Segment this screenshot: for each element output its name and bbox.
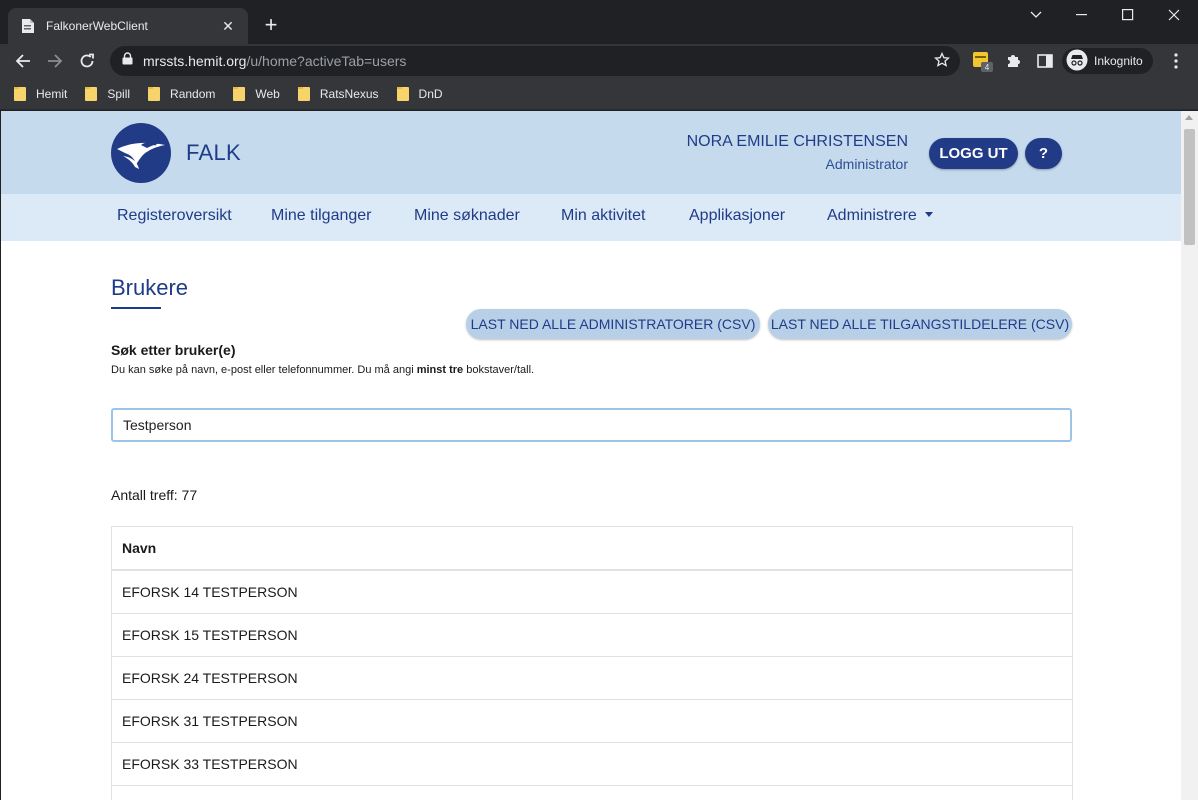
nav-min-aktivitet[interactable]: Min aktivitet xyxy=(561,207,645,225)
incognito-label: Inkognito xyxy=(1094,54,1143,68)
scroll-up-arrow-icon[interactable] xyxy=(1185,115,1193,120)
site-header: FALK NORA EMILIE CHRISTENSEN Administrat… xyxy=(1,111,1182,194)
folder-icon xyxy=(14,86,26,101)
bookmark-hemit[interactable]: Hemit xyxy=(14,86,68,101)
nav-registeroversikt[interactable]: Registeroversikt xyxy=(117,207,232,225)
new-tab-plus-icon[interactable]: + xyxy=(258,13,284,39)
bookmark-label: Random xyxy=(170,86,216,101)
bookmark-label: Spill xyxy=(107,86,131,101)
logout-button[interactable]: LOGG UT xyxy=(929,138,1018,169)
scroll-thumb[interactable] xyxy=(1184,129,1195,245)
column-header-navn[interactable]: Navn xyxy=(112,527,1072,571)
search-help-text: Du kan søke på navn, e-post eller telefo… xyxy=(111,364,534,376)
search-label: Søk etter bruker(e) xyxy=(111,342,236,358)
bookmark-spill[interactable]: Spill xyxy=(85,86,131,101)
search-help-part: Du kan søke på navn, e-post eller telefo… xyxy=(111,364,417,376)
main-nav: Registeroversikt Mine tilganger Mine søk… xyxy=(1,194,1182,241)
bookmark-dnd[interactable]: DnD xyxy=(396,86,443,101)
table-row[interactable]: EFORSK 14 TESTPERSON xyxy=(112,571,1072,614)
search-help-emphasis: minst tre xyxy=(416,364,464,376)
page-scrollbar[interactable] xyxy=(1181,111,1198,800)
browser-tabstrip: FalkonerWebClient ✕ + xyxy=(0,0,1198,44)
table-row[interactable] xyxy=(112,786,1072,800)
nav-applikasjoner[interactable]: Applikasjoner xyxy=(689,207,785,225)
bookmarks-bar: Hemit Spill Random Web RatsNexus DnD xyxy=(0,78,1198,110)
bookmark-ratsnexus[interactable]: RatsNexus xyxy=(297,86,379,101)
browser-menu-icon[interactable] xyxy=(1166,49,1186,73)
url-host: mrssts.hemit.org xyxy=(143,53,247,69)
address-bar[interactable]: mrssts.hemit.org/u/home?activeTab=users xyxy=(110,46,960,76)
bookmark-star-icon[interactable] xyxy=(933,51,951,73)
help-button[interactable]: ? xyxy=(1025,138,1062,169)
folder-icon xyxy=(85,86,98,101)
table-row[interactable]: EFORSK 15 TESTPERSON xyxy=(112,614,1072,657)
download-admins-csv-button[interactable]: LAST NED ALLE ADMINISTRATORER (CSV) xyxy=(466,309,760,339)
nav-mine-tilganger[interactable]: Mine tilganger xyxy=(271,207,372,225)
browser-tab[interactable]: FalkonerWebClient ✕ xyxy=(8,8,248,44)
extensions-puzzle-icon[interactable] xyxy=(1001,49,1025,73)
table-row[interactable]: EFORSK 31 TESTPERSON xyxy=(112,700,1072,743)
page-title: Brukere xyxy=(111,275,189,300)
svg-text:4: 4 xyxy=(985,63,990,72)
incognito-badge[interactable]: Inkognito xyxy=(1062,48,1153,74)
back-arrow-icon[interactable] xyxy=(9,47,37,75)
folder-icon xyxy=(233,86,246,101)
page-viewport: FALK NORA EMILIE CHRISTENSEN Administrat… xyxy=(0,111,1198,800)
bookmark-label: Hemit xyxy=(36,86,68,101)
title-underline xyxy=(111,307,161,309)
table-row[interactable]: EFORSK 33 TESTPERSON xyxy=(112,743,1072,786)
bookmark-random[interactable]: Random xyxy=(148,86,216,101)
tab-close-icon[interactable]: ✕ xyxy=(220,18,236,35)
side-panel-icon[interactable] xyxy=(1033,49,1057,73)
bookmark-label: DnD xyxy=(418,86,443,101)
window-dropdown-icon[interactable] xyxy=(1013,0,1059,30)
nav-administrere[interactable]: Administrere xyxy=(827,207,933,225)
table-row[interactable]: EFORSK 24 TESTPERSON xyxy=(112,657,1072,700)
folder-icon xyxy=(396,86,409,101)
folder-icon xyxy=(297,86,310,101)
user-role: Administrator xyxy=(825,156,908,172)
minimize-icon[interactable] xyxy=(1059,0,1105,30)
user-search-input[interactable] xyxy=(111,408,1072,442)
falk-logo-icon[interactable] xyxy=(111,123,171,183)
caret-down-icon xyxy=(924,212,933,217)
reload-icon[interactable] xyxy=(73,47,101,75)
extension-note-icon[interactable]: 4 xyxy=(970,49,994,73)
hit-count: Antall treff: 77 xyxy=(111,487,198,503)
lock-icon[interactable] xyxy=(122,52,133,70)
close-window-icon[interactable] xyxy=(1151,0,1197,30)
download-grantors-csv-button[interactable]: LAST NED ALLE TILGANGSTILDELERE (CSV) xyxy=(768,309,1072,339)
bookmark-label: Web xyxy=(255,86,280,101)
user-name: NORA EMILIE CHRISTENSEN xyxy=(686,133,908,150)
page-favicon-icon xyxy=(20,18,36,34)
results-table: Navn EFORSK 14 TESTPERSON EFORSK 15 TEST… xyxy=(111,526,1073,800)
maximize-icon[interactable] xyxy=(1105,0,1151,30)
brand-name[interactable]: FALK xyxy=(186,140,241,166)
bookmark-web[interactable]: Web xyxy=(233,86,280,101)
nav-administrere-label: Administrere xyxy=(827,207,917,224)
bookmark-label: RatsNexus xyxy=(319,86,379,101)
tab-title: FalkonerWebClient xyxy=(46,19,148,33)
folder-icon xyxy=(148,86,161,101)
forward-arrow-icon[interactable] xyxy=(41,47,69,75)
nav-mine-soknader[interactable]: Mine søknader xyxy=(414,207,520,225)
browser-toolbar: mrssts.hemit.org/u/home?activeTab=users … xyxy=(0,44,1198,78)
incognito-icon xyxy=(1066,49,1088,74)
url-path: /u/home?activeTab=users xyxy=(246,53,407,69)
url-text: mrssts.hemit.org/u/home?activeTab=users xyxy=(143,53,406,69)
search-help-part: bokstaver/tall. xyxy=(463,364,535,376)
